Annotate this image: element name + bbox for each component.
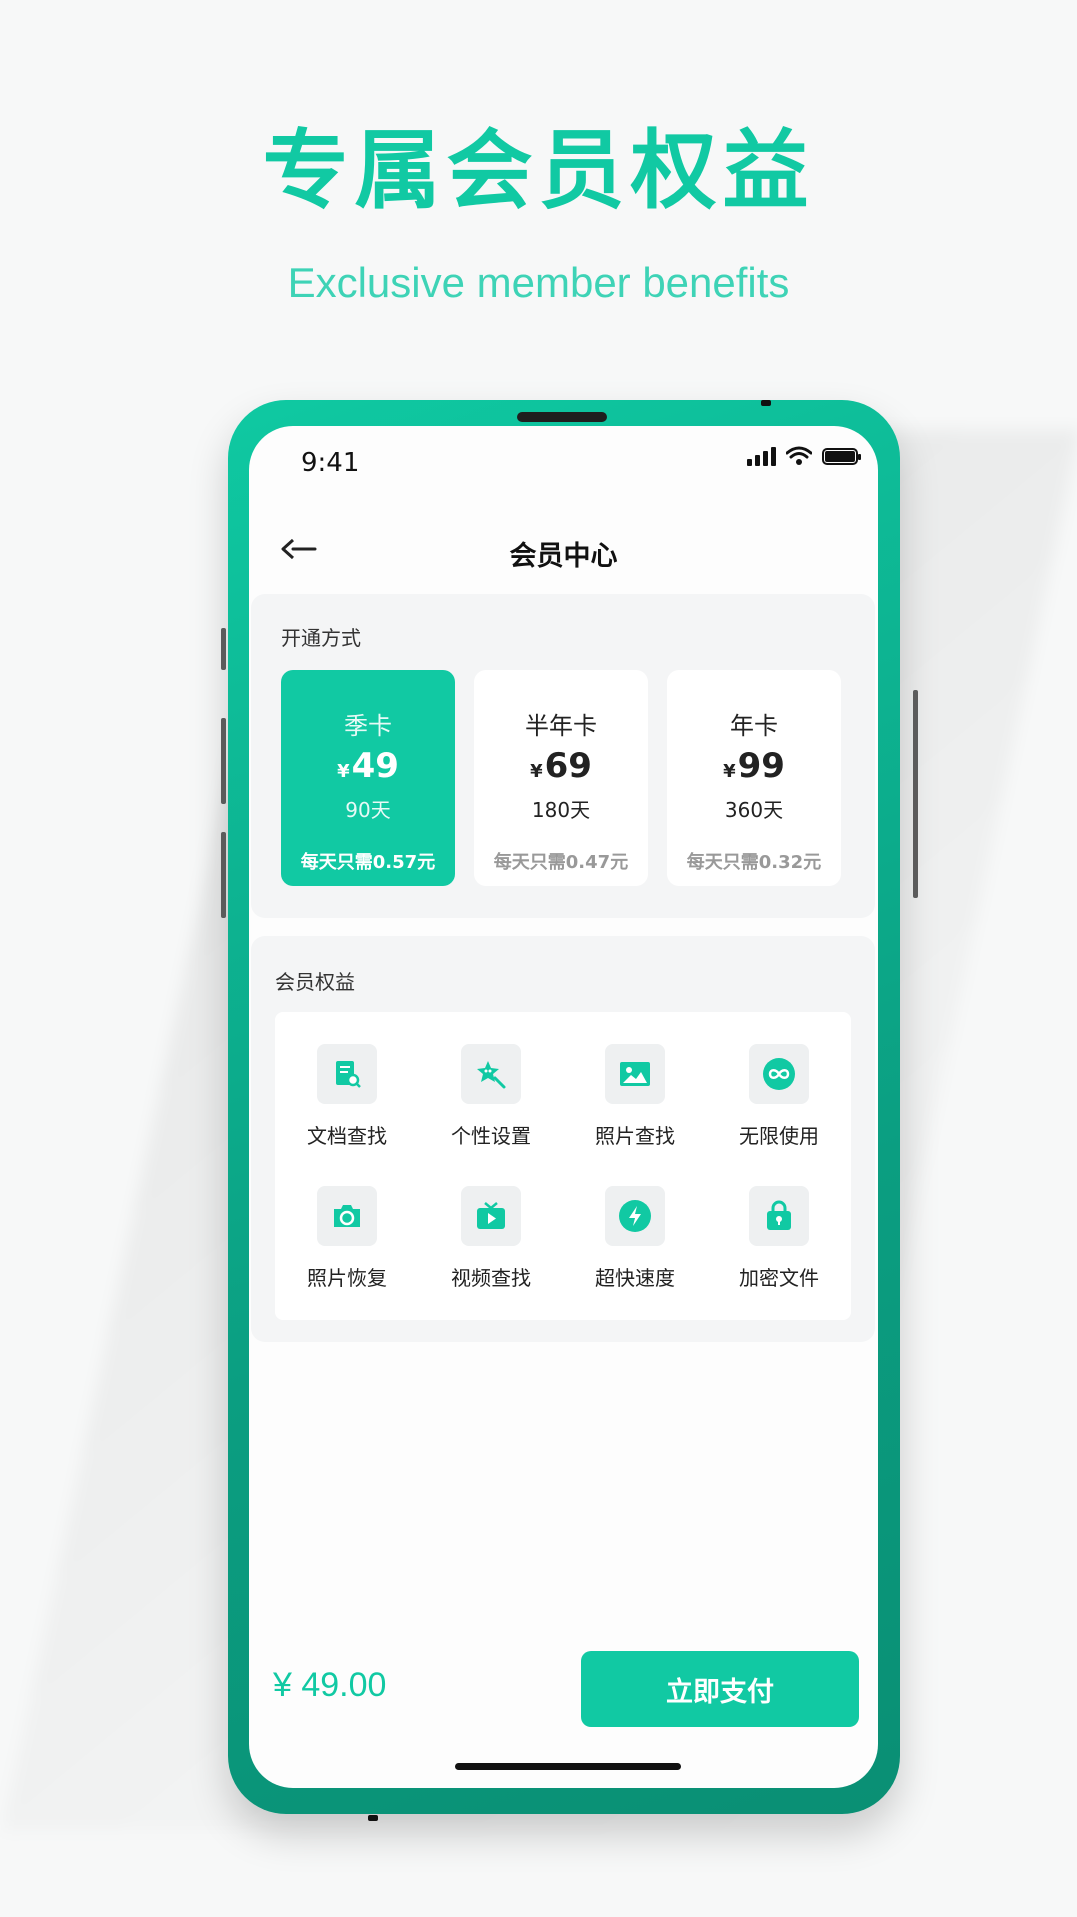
nav-bar: 会员中心: [249, 516, 878, 586]
star-wand-icon: [461, 1044, 521, 1104]
phone-speaker: [517, 412, 607, 422]
lightning-icon: [605, 1186, 665, 1246]
plan-daily-price: 每天只需0.57元: [300, 852, 436, 873]
page-title: 会员中心: [509, 541, 618, 572]
benefit-item: 个性设置: [419, 1044, 563, 1149]
wifi-icon: [786, 446, 812, 465]
benefit-item: 加密文件: [707, 1186, 851, 1291]
benefit-item: 照片恢复: [275, 1186, 419, 1291]
benefit-item: 视频查找: [419, 1186, 563, 1291]
plan-price: ¥69: [530, 746, 592, 786]
plan-days: 180天: [531, 798, 591, 822]
hero-title: 专属会员权益: [262, 121, 815, 221]
status-time: 9:41: [301, 448, 360, 478]
benefit-label: 无限使用: [739, 1124, 819, 1148]
benefits-panel: 会员权益 文档查找 个性设置 照片查找 无限使用 照片恢复 视频查找 超快速度 …: [251, 936, 875, 1342]
document-search-icon: [317, 1044, 377, 1104]
plan-daily-price: 每天只需0.47元: [493, 852, 629, 873]
benefits-grid: 文档查找 个性设置 照片查找 无限使用 照片恢复 视频查找 超快速度 加密文件: [275, 1012, 851, 1320]
plans-panel: 开通方式 季卡 ¥49 90天 每天只需0.57元 半年卡 ¥69 180天 每…: [251, 594, 875, 918]
phone-volume-up: [221, 718, 226, 804]
plans-section-title: 开通方式: [281, 626, 361, 650]
benefit-item: 文档查找: [275, 1044, 419, 1149]
camera-icon: [317, 1186, 377, 1246]
plan-name: 季卡: [344, 712, 392, 740]
benefit-label: 个性设置: [451, 1124, 531, 1148]
infinity-icon: [749, 1044, 809, 1104]
plan-days: 360天: [724, 798, 784, 822]
plan-name: 年卡: [730, 712, 778, 740]
benefit-label: 文档查找: [307, 1124, 387, 1148]
status-icons: [747, 446, 861, 466]
benefit-label: 超快速度: [595, 1266, 675, 1290]
plan-card-half-year[interactable]: 半年卡 ¥69 180天 每天只需0.47元: [474, 670, 648, 886]
battery-icon: [822, 447, 861, 465]
plan-card-quarter[interactable]: 季卡 ¥49 90天 每天只需0.57元: [281, 670, 455, 886]
benefit-label: 照片恢复: [307, 1266, 387, 1290]
hero-subtitle: Exclusive member benefits: [287, 259, 790, 306]
plan-price: ¥49: [337, 746, 399, 786]
benefit-item: 无限使用: [707, 1044, 851, 1149]
plan-price: ¥99: [723, 746, 785, 786]
phone-notch-mark: [761, 400, 771, 406]
plan-days: 90天: [345, 798, 391, 822]
tv-play-icon: [461, 1186, 521, 1246]
benefit-label: 加密文件: [739, 1266, 819, 1290]
benefit-label: 照片查找: [595, 1124, 675, 1148]
signal-icon: [747, 446, 776, 466]
phone-screen: 9:41 会员中心 开通方式 季卡 ¥49 90天 每天只需0.57元 半年卡 …: [249, 426, 878, 1788]
phone-power-button: [913, 690, 918, 898]
plan-name: 半年卡: [525, 712, 597, 740]
benefit-item: 照片查找: [563, 1044, 707, 1149]
phone-volume-down: [221, 832, 226, 918]
benefit-item: 超快速度: [563, 1186, 707, 1291]
total-price: ¥ 49.00: [273, 1666, 387, 1704]
image-icon: [605, 1044, 665, 1104]
phone-bottom-mark: [368, 1815, 378, 1821]
benefits-section-title: 会员权益: [275, 970, 355, 994]
benefit-label: 视频查找: [451, 1266, 531, 1290]
phone-side-button: [221, 628, 226, 670]
lock-bag-icon: [749, 1186, 809, 1246]
plan-card-year[interactable]: 年卡 ¥99 360天 每天只需0.32元: [667, 670, 841, 886]
plan-daily-price: 每天只需0.32元: [686, 852, 822, 873]
home-indicator: [455, 1763, 681, 1770]
pay-now-button[interactable]: 立即支付: [581, 1651, 859, 1727]
